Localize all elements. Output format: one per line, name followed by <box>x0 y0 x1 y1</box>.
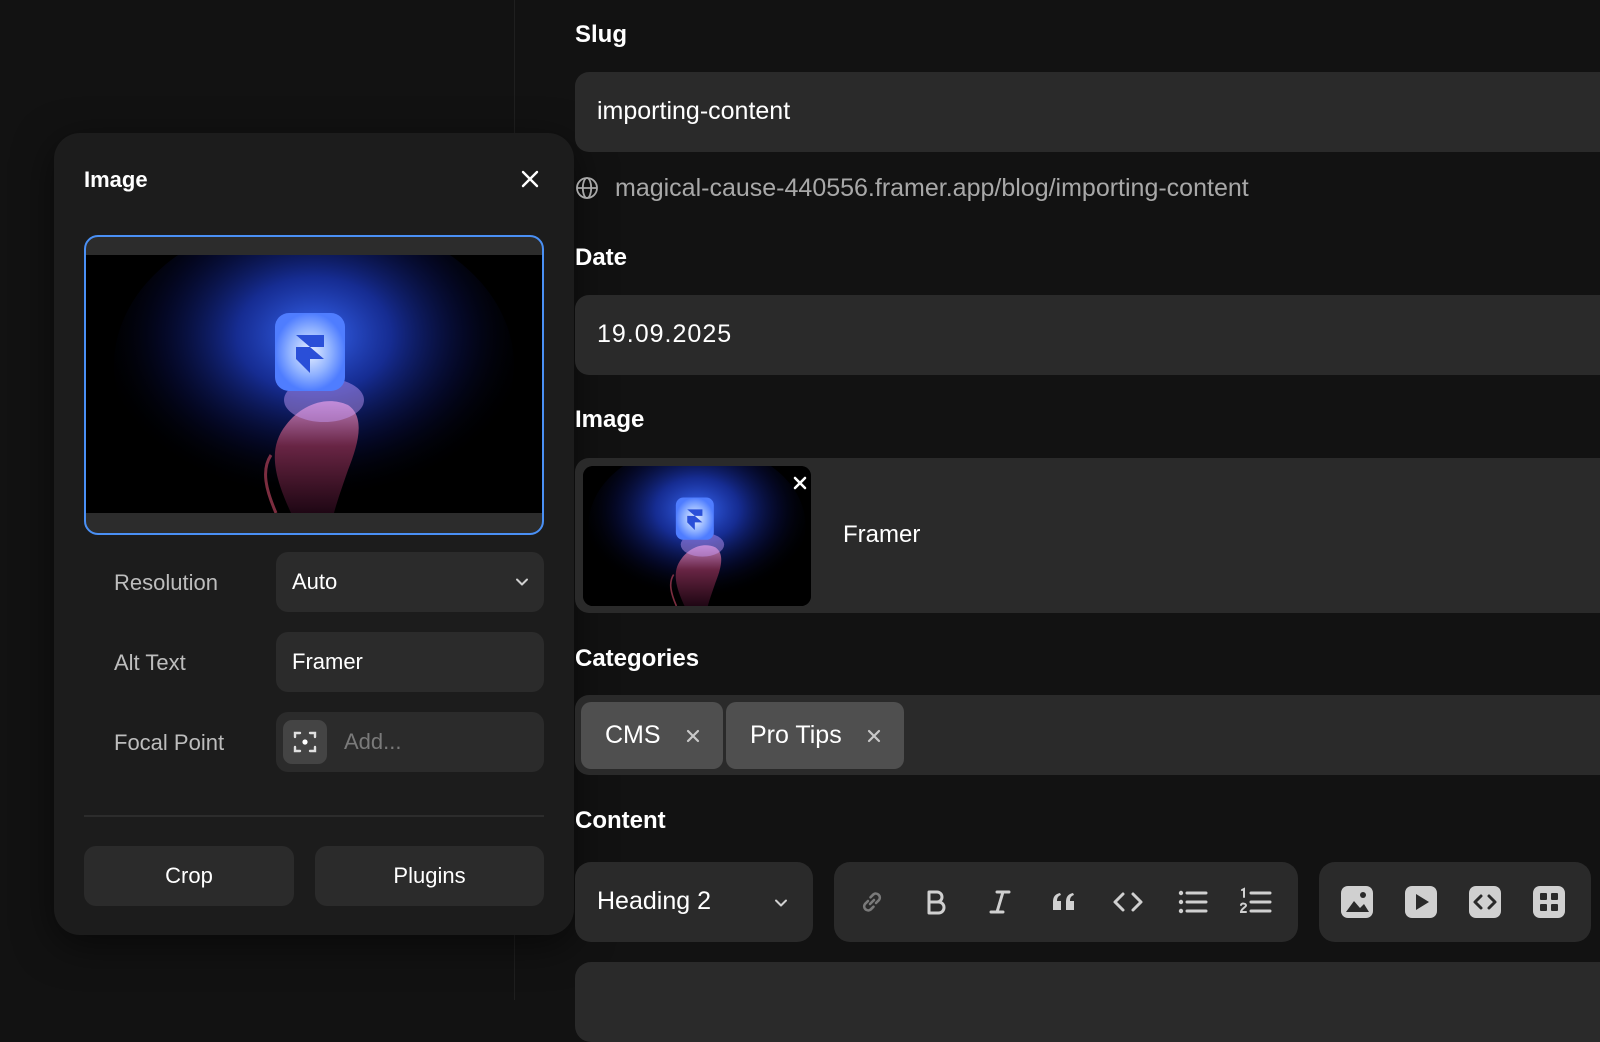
block-type-select[interactable]: Heading 2 <box>575 862 813 942</box>
insert-toolbar <box>1319 862 1591 942</box>
category-chip-label: CMS <box>605 721 661 749</box>
content-label: Content <box>575 807 666 834</box>
italic-icon[interactable] <box>982 884 1018 920</box>
image-field[interactable]: Framer <box>575 458 1600 613</box>
divider <box>84 815 544 817</box>
categories-label: Categories <box>575 645 700 672</box>
component-icon[interactable] <box>1531 884 1567 920</box>
date-value: 19.09.2025 <box>597 320 733 348</box>
crop-button[interactable]: Crop <box>84 846 294 906</box>
plugins-button[interactable]: Plugins <box>315 846 544 906</box>
alt-text-input[interactable]: Framer <box>276 632 544 692</box>
slug-value: importing-content <box>597 97 791 125</box>
remove-category-icon[interactable] <box>866 728 882 744</box>
code-icon[interactable] <box>1110 884 1146 920</box>
alt-text-value: Framer <box>292 649 363 674</box>
framer-thumbnail-image <box>583 466 811 606</box>
focal-point-button[interactable] <box>283 720 327 764</box>
image-thumbnail[interactable] <box>583 466 811 606</box>
bold-icon[interactable] <box>918 884 954 920</box>
chevron-down-icon <box>516 578 528 586</box>
focus-icon <box>293 731 317 753</box>
chevron-down-icon <box>775 899 787 907</box>
image-label: Image <box>575 406 645 433</box>
category-chip[interactable]: Pro Tips <box>726 702 904 769</box>
categories-field[interactable]: CMS Pro Tips <box>575 695 1600 775</box>
panel-title: Image <box>84 167 148 192</box>
remove-image-icon[interactable] <box>791 474 809 492</box>
slug-url-text: magical-cause-440556.framer.app/blog/imp… <box>615 173 1249 202</box>
bullet-list-icon[interactable] <box>1174 884 1210 920</box>
close-icon[interactable] <box>520 169 540 189</box>
video-icon[interactable] <box>1403 884 1439 920</box>
globe-icon <box>576 177 598 199</box>
image-preview[interactable] <box>84 235 544 535</box>
image-settings-panel: Image Resolution Auto Alt Text Framer Fo… <box>54 133 574 935</box>
focal-point-label: Focal Point <box>114 730 225 755</box>
date-input[interactable]: 19.09.2025 <box>575 295 1600 375</box>
image-name: Framer <box>843 521 921 548</box>
resolution-value: Auto <box>292 569 338 594</box>
resolution-select[interactable]: Auto <box>276 552 544 612</box>
content-editor[interactable] <box>575 962 1600 1042</box>
slug-url: magical-cause-440556.framer.app/blog/imp… <box>575 173 1249 203</box>
category-chip[interactable]: CMS <box>581 702 723 769</box>
quote-icon[interactable] <box>1046 884 1082 920</box>
date-label: Date <box>575 244 628 271</box>
focal-point-placeholder: Add... <box>344 729 402 754</box>
block-type-value: Heading 2 <box>597 887 711 915</box>
format-toolbar <box>834 862 1298 942</box>
alt-text-label: Alt Text <box>114 650 186 675</box>
image-icon[interactable] <box>1339 884 1375 920</box>
embed-icon[interactable] <box>1467 884 1503 920</box>
resolution-label: Resolution <box>114 570 218 595</box>
framer-image <box>86 255 542 513</box>
slug-input[interactable]: importing-content <box>575 72 1600 152</box>
remove-category-icon[interactable] <box>685 728 701 744</box>
numbered-list-icon[interactable] <box>1238 884 1274 920</box>
slug-label: Slug <box>575 21 627 48</box>
link-icon[interactable] <box>854 884 890 920</box>
category-chip-label: Pro Tips <box>750 721 842 749</box>
focal-point-field[interactable]: Add... <box>276 712 544 772</box>
